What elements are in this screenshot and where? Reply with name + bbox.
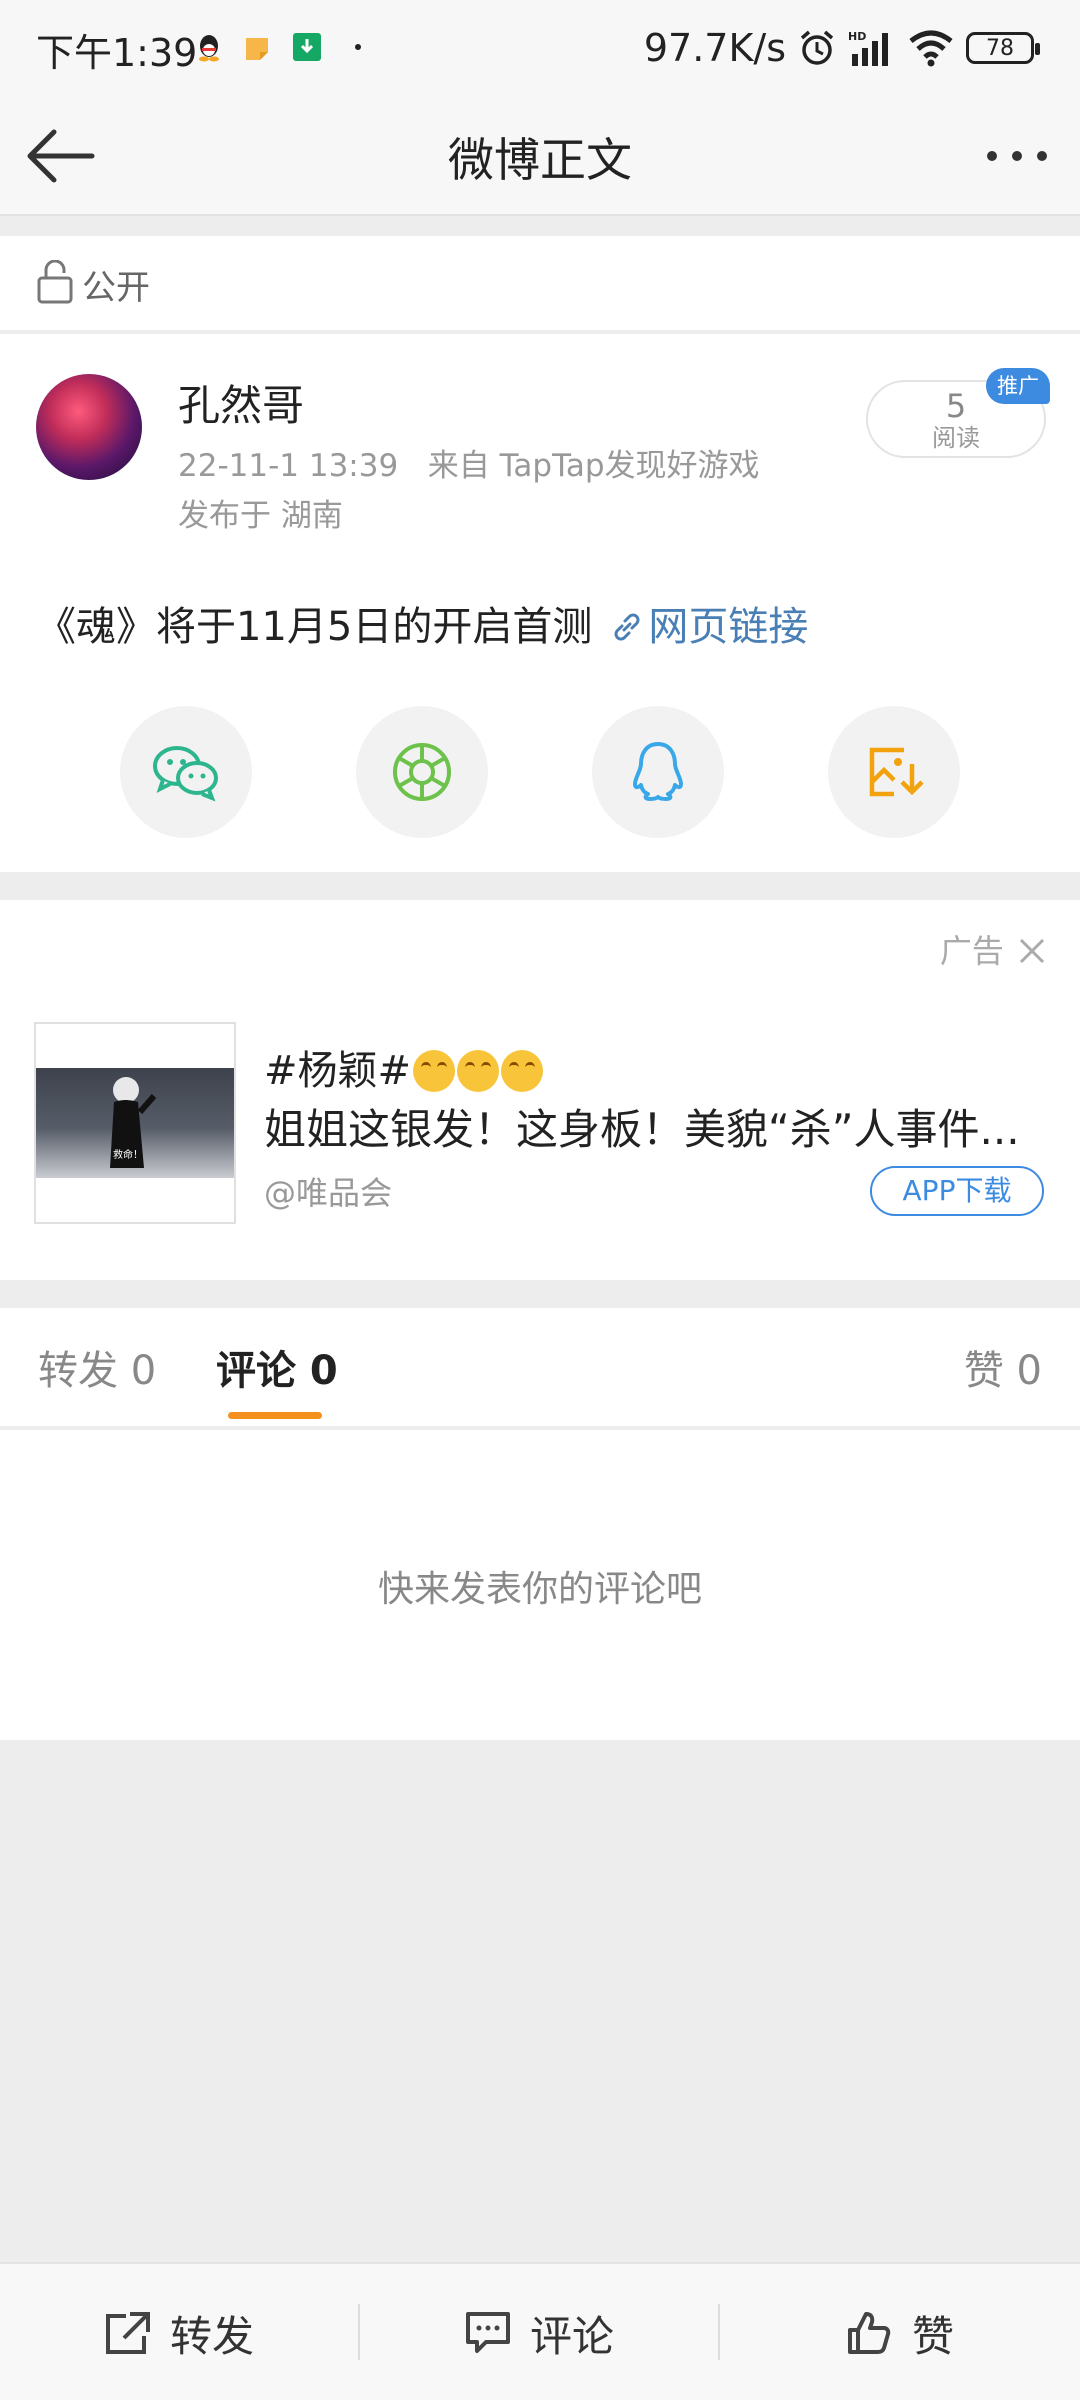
save-image-button[interactable]	[828, 706, 960, 838]
comment-icon	[465, 2312, 510, 2353]
save-image-icon	[869, 747, 924, 797]
emoji-icon	[413, 1050, 456, 1092]
note-notification-icon	[246, 38, 268, 60]
post-location: 发布于 湖南	[178, 498, 343, 534]
post-source[interactable]: 来自 TapTap发现好游戏	[428, 448, 760, 484]
comment-label: 评论	[529, 2311, 614, 2361]
thumbs-up-icon	[847, 2312, 891, 2354]
tab-comment[interactable]: 评论 0	[216, 1338, 338, 1396]
post-card: 孔然哥 22-11-1 13:39 来自 TapTap发现好游戏 发布于 湖南 …	[0, 334, 1080, 872]
empty-message: 快来发表你的评论吧	[377, 1569, 702, 1610]
tab-like[interactable]: 赞 0	[964, 1338, 1042, 1396]
status-bar: 下午1:39 97.7K/s HD 78	[0, 0, 1080, 96]
download-notification-icon	[293, 33, 321, 61]
visibility-label: 公开	[82, 268, 150, 308]
post-text: 《魂》将于11月5日的开启首测	[36, 604, 593, 650]
share-wechat-button[interactable]	[120, 706, 252, 838]
app-download-button[interactable]: APP下载	[870, 1166, 1044, 1216]
emoji-icon	[501, 1050, 544, 1092]
share-qq-button[interactable]	[592, 706, 724, 838]
bottom-action-bar: 转发 评论 赞	[0, 2262, 1080, 2400]
alarm-icon	[800, 30, 834, 65]
more-options-icon[interactable]	[982, 136, 1052, 176]
ad-thumb-caption: 救命！	[113, 1148, 143, 1161]
emoji-icon	[457, 1050, 500, 1092]
like-label: 赞	[911, 2311, 954, 2361]
page-title: 微博正文	[448, 133, 632, 187]
close-icon[interactable]	[1018, 937, 1046, 965]
cellular-signal-icon: HD	[848, 30, 888, 66]
author-name[interactable]: 孔然哥	[178, 372, 304, 433]
nav-bar: 微博正文	[0, 96, 1080, 216]
like-button[interactable]: 赞	[720, 2264, 1080, 2400]
web-link[interactable]: 网页链接	[648, 604, 808, 650]
qq-icon	[633, 742, 683, 801]
net-speed: 97.7K/s	[643, 26, 786, 70]
unlock-icon	[37, 260, 73, 304]
ad-hashtag-line: #杨颖#	[264, 1038, 544, 1096]
avatar[interactable]	[36, 374, 142, 480]
status-time: 下午1:39	[36, 31, 198, 75]
moments-icon	[393, 743, 451, 801]
ad-figure-icon: 救命！	[110, 1077, 157, 1168]
read-label: 阅读	[932, 424, 980, 452]
active-tab-indicator	[228, 1412, 322, 1419]
post-timestamp: 22-11-1 13:39	[178, 448, 399, 484]
ad-image: 救命！	[36, 1068, 234, 1178]
ad-headline[interactable]: 姐姐这银发！这身板！美貌“杀”人事件...	[264, 1096, 1054, 1157]
wechat-icon	[153, 746, 218, 802]
weibo-detail-screen: 下午1:39 97.7K/s HD 78 微博正文 公开 孔然哥 22-11-1…	[0, 0, 1080, 2400]
link-icon	[614, 613, 640, 641]
svg-text:HD: HD	[848, 30, 866, 43]
share-moments-button[interactable]	[356, 706, 488, 838]
repost-button[interactable]: 转发	[0, 2264, 358, 2400]
ad-label-text: 广告	[939, 932, 1004, 970]
post-meta: 22-11-1 13:39 来自 TapTap发现好游戏	[178, 440, 760, 485]
wifi-icon	[909, 30, 953, 67]
ad-hashtag[interactable]: #杨颖#	[264, 1048, 411, 1094]
battery-icon: 78	[966, 32, 1040, 64]
promote-badge[interactable]: 推广	[986, 368, 1050, 404]
qq-notification-icon	[199, 35, 219, 62]
visibility-row: 公开	[0, 236, 1080, 332]
status-right: 97.7K/s HD 78	[643, 22, 1040, 74]
dot-icon	[355, 44, 361, 50]
comment-button[interactable]: 评论	[360, 2264, 718, 2400]
ad-card[interactable]: 广告 救命！ #杨颖# 姐姐这银发！这身板！美貌“杀”人事件... @唯品会 A…	[0, 900, 1080, 1280]
post-content: 《魂》将于11月5日的开启首测 网页链接	[36, 594, 808, 652]
comments-empty-state: 快来发表你的评论吧	[0, 1430, 1080, 1740]
interaction-tabs: 转发 0 评论 0 赞 0	[0, 1308, 1080, 1428]
share-out-icon	[105, 2312, 150, 2354]
tab-repost[interactable]: 转发 0	[38, 1338, 156, 1396]
repost-label: 转发	[169, 2311, 254, 2361]
ad-brand[interactable]: @唯品会	[264, 1168, 392, 1214]
ad-label[interactable]: 广告	[940, 926, 1046, 972]
battery-level: 78	[986, 35, 1014, 61]
ad-thumbnail[interactable]: 救命！	[34, 1022, 236, 1224]
